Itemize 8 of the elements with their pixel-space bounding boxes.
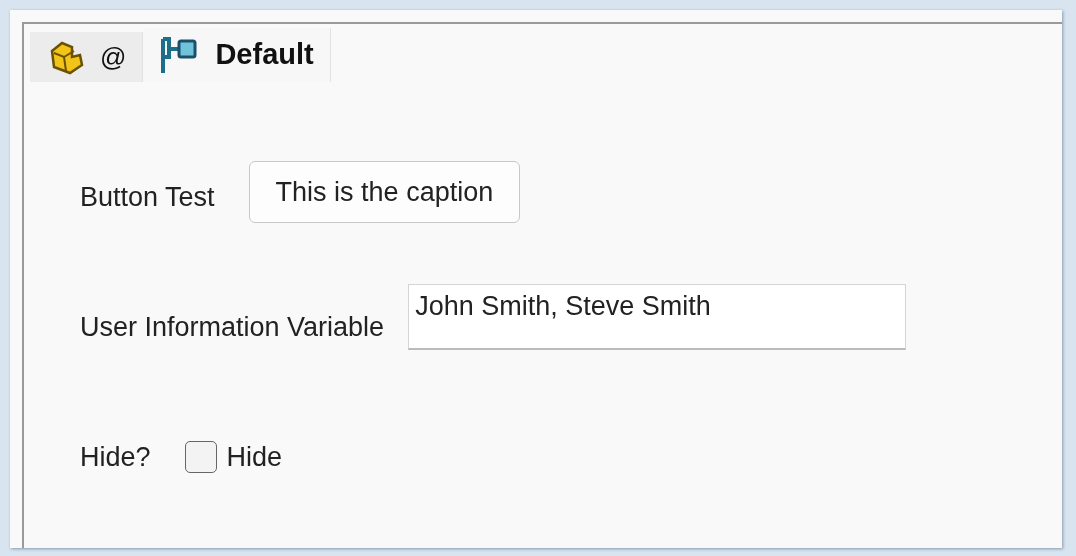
field-label: Button Test	[80, 180, 215, 214]
checkbox[interactable]	[184, 441, 217, 473]
field-label: Hide?	[80, 440, 151, 474]
text-field[interactable]: John Smith, Steve Smith	[408, 284, 907, 350]
field-label: User Information Variable	[80, 310, 385, 344]
caption-button[interactable]: This is the caption	[248, 160, 521, 224]
checkbox-label[interactable]: Hide	[226, 436, 283, 478]
tab[interactable]: @	[30, 32, 144, 82]
